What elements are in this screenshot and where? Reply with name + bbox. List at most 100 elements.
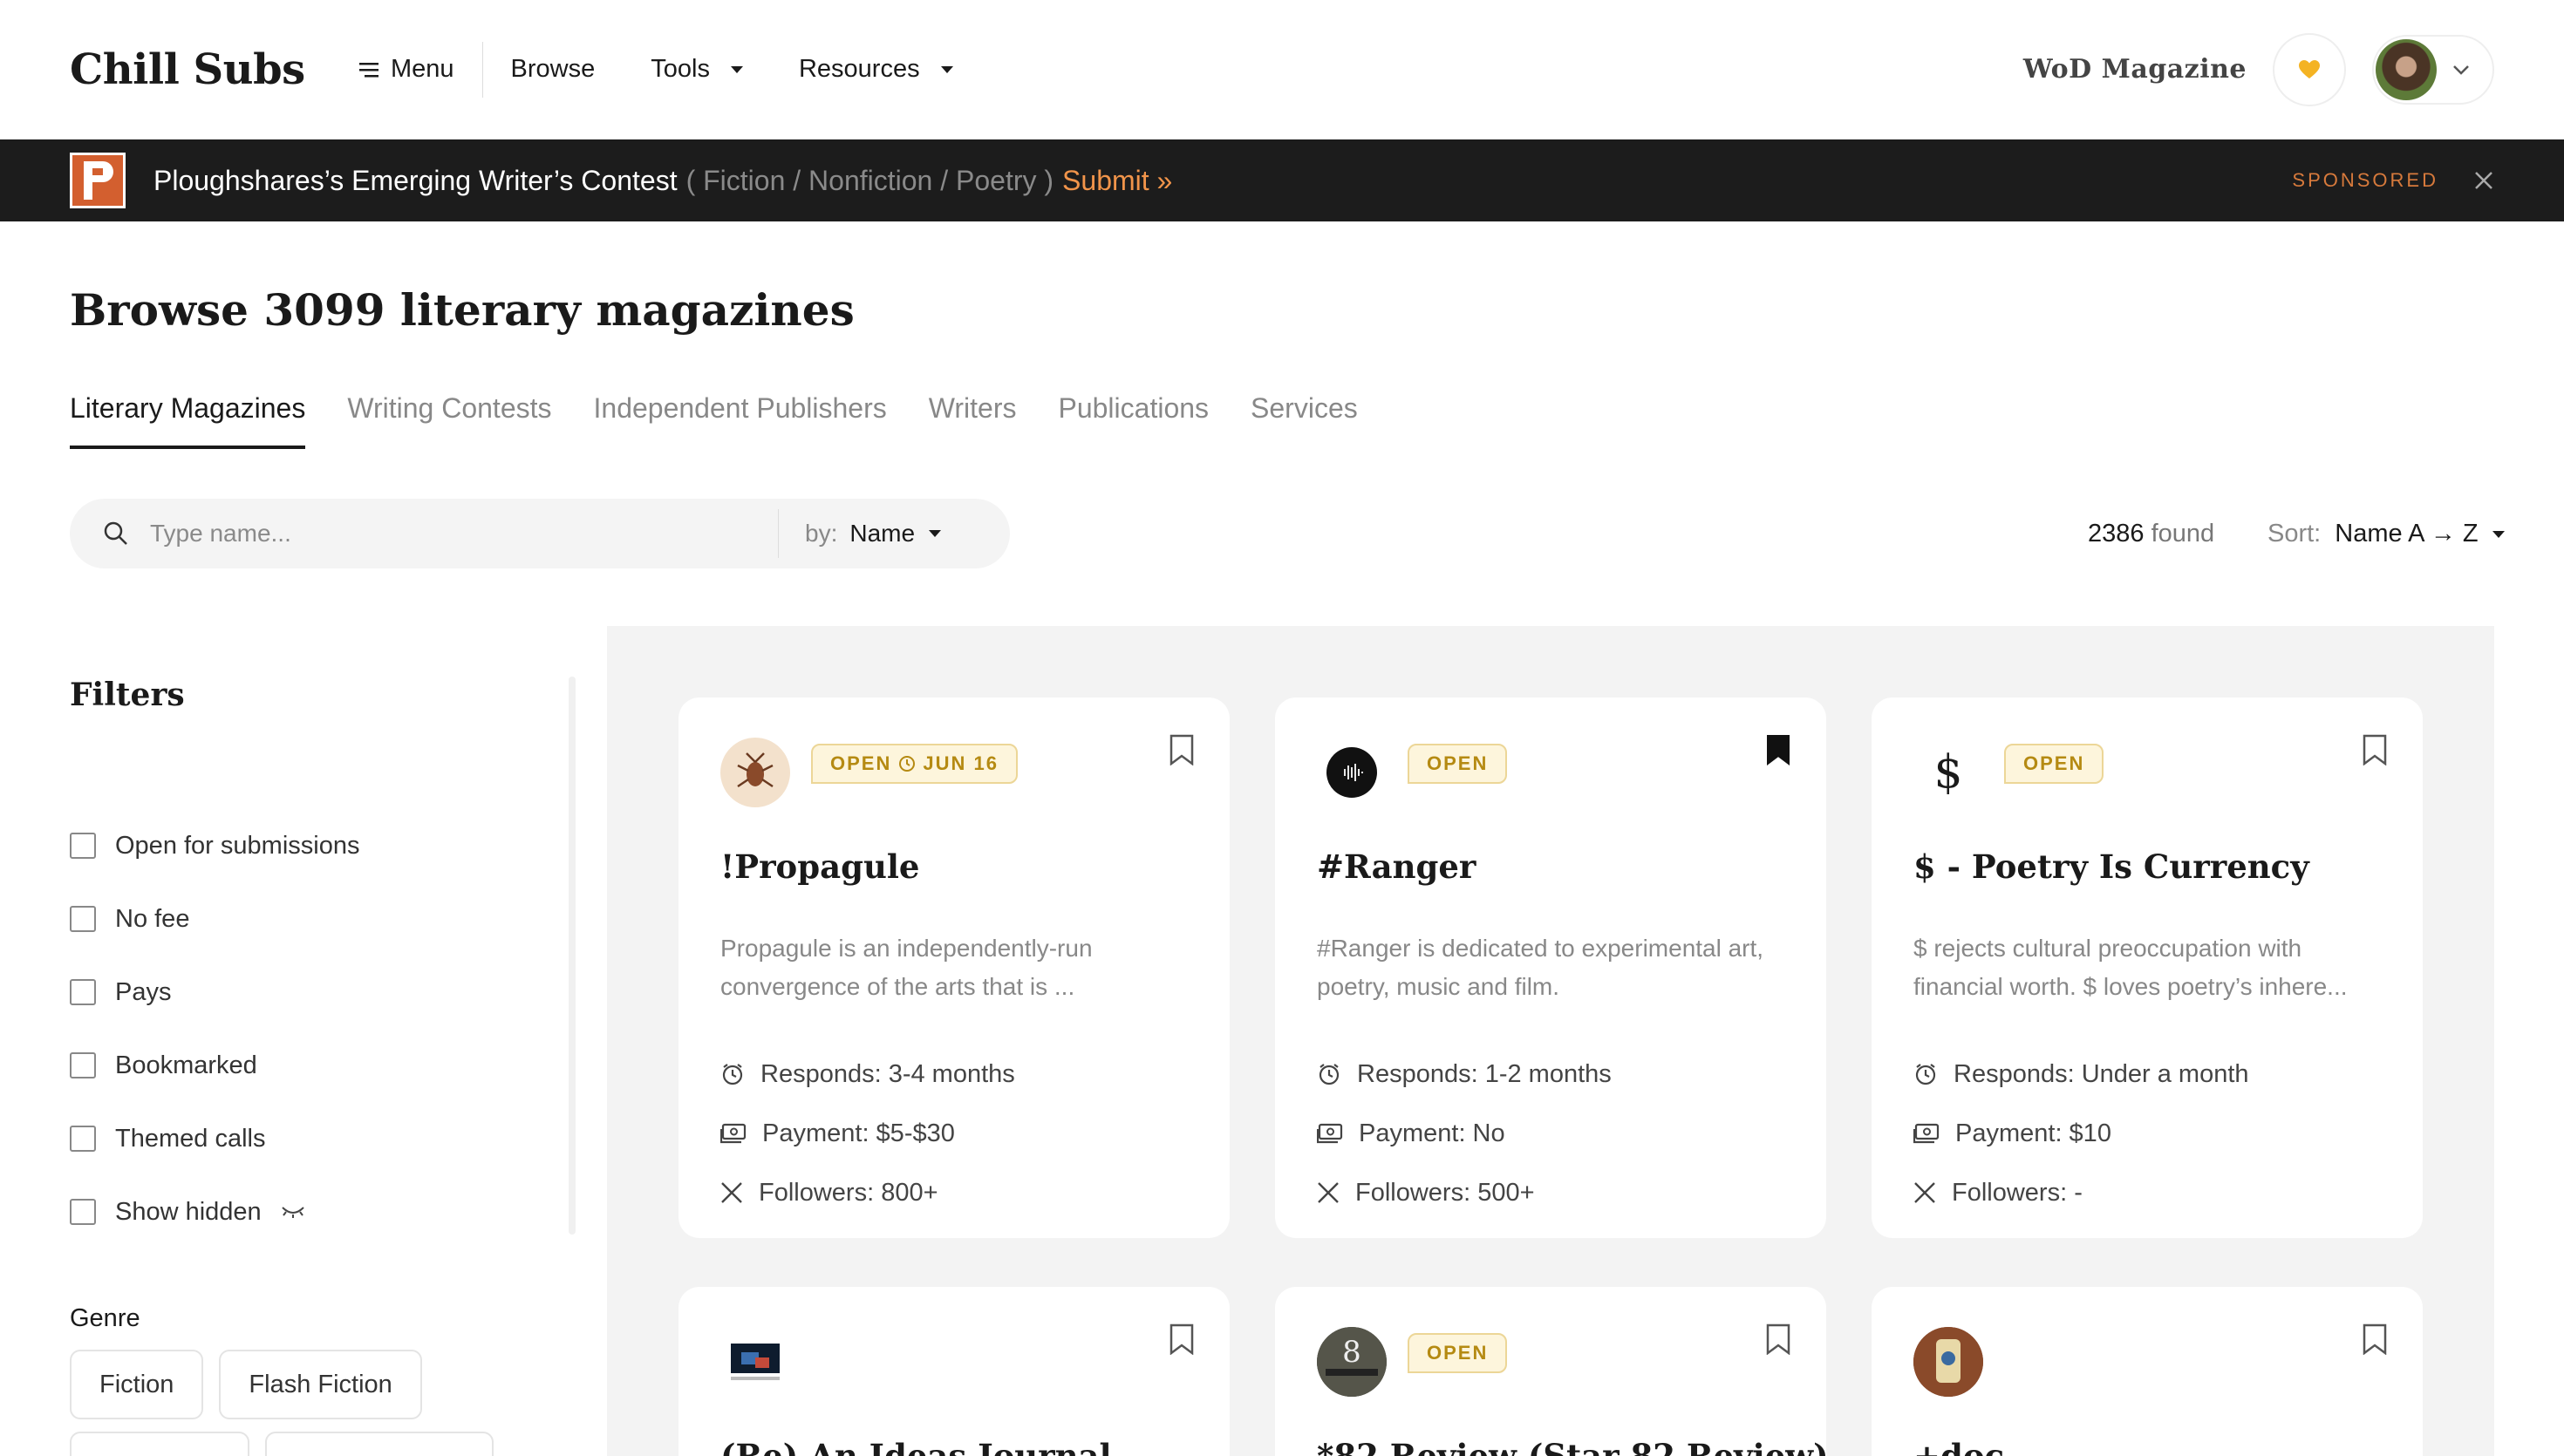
checkbox[interactable] <box>70 833 96 859</box>
sponsor-banner[interactable]: Ploughshares’s Emerging Writer’s Contest… <box>0 139 2564 221</box>
user-menu-button[interactable] <box>2372 34 2494 105</box>
sponsor-title: Ploughshares’s Emerging Writer’s Contest <box>153 164 678 196</box>
timer-icon <box>722 1064 743 1085</box>
followers-count: Followers: - <box>1952 1178 2083 1207</box>
nav-menu-label: Menu <box>391 55 454 83</box>
filter-label: Open for submissions <box>115 831 360 860</box>
genre-chip[interactable] <box>70 1432 249 1456</box>
nav-browse-label: Browse <box>510 55 596 83</box>
results-count: 2386 found <box>2088 520 2214 548</box>
nav-tools[interactable]: Tools <box>623 42 771 98</box>
magazine-thumbnail <box>720 738 790 807</box>
magazine-name[interactable]: $ - Poetry Is Currency <box>1913 847 2309 886</box>
checkbox[interactable] <box>70 1126 96 1152</box>
bookmark-icon[interactable] <box>1169 1323 1195 1355</box>
timer-icon <box>1915 1064 1936 1085</box>
filter-pays[interactable]: Pays <box>70 956 359 1029</box>
filter-label: Bookmarked <box>115 1051 257 1079</box>
caret-down-icon <box>730 65 743 73</box>
header-right: WoD Magazine <box>2023 32 2494 106</box>
genre-chips: Fiction Flash Fiction <box>70 1350 422 1419</box>
nav-resources[interactable]: Resources <box>771 42 981 98</box>
filter-label: No fee <box>115 904 190 933</box>
magazine-name[interactable]: !Propagule <box>720 847 919 886</box>
magazine-card[interactable]: OPEN #Ranger #Ranger is dedicated to exp… <box>1275 697 1826 1238</box>
magazine-card[interactable]: 8 OPEN *82 Review (Star 82 Review) <box>1275 1287 1829 1456</box>
checkbox[interactable] <box>70 979 96 1005</box>
tab-services[interactable]: Services <box>1251 392 1358 449</box>
filter-no-fee[interactable]: No fee <box>70 882 359 956</box>
sort-value: Name A → Z <box>2335 520 2479 548</box>
sidebar-scrollbar[interactable] <box>569 677 576 1235</box>
found-label: found <box>2151 520 2215 548</box>
filter-label: Pays <box>115 977 172 1006</box>
bookmark-icon[interactable] <box>1765 1323 1791 1355</box>
magazine-name[interactable]: +doc <box>1913 1437 2004 1456</box>
filter-label: Show hidden <box>115 1197 262 1226</box>
magazine-thumbnail <box>1317 738 1387 807</box>
tab-writing-contests[interactable]: Writing Contests <box>347 392 551 449</box>
nav-resources-label: Resources <box>798 55 920 83</box>
caret-down-icon <box>929 530 942 537</box>
sort-dropdown[interactable]: Sort: Name A → Z <box>2267 520 2505 548</box>
search-by-value: Name <box>849 520 916 547</box>
nav-tools-label: Tools <box>651 55 710 83</box>
sponsor-genres: ( Fiction / Nonfiction / Poetry ) <box>685 164 1054 196</box>
close-icon[interactable] <box>2473 170 2494 191</box>
tab-publications[interactable]: Publications <box>1058 392 1209 449</box>
magazine-card[interactable]: (Re) An Ideas Journal <box>679 1287 1230 1456</box>
search-icon <box>104 521 127 545</box>
page-title: Browse 3099 literary magazines <box>70 284 855 336</box>
payment-info: Payment: $5-$30 <box>762 1119 955 1147</box>
ploughshares-logo <box>70 153 126 208</box>
nav-browse[interactable]: Browse <box>483 42 624 98</box>
magazine-stats: Responds: Under a month Payment: $10 Fol… <box>1913 1044 2249 1222</box>
checkbox[interactable] <box>70 1199 96 1225</box>
bookmark-icon[interactable] <box>1169 734 1195 765</box>
sort-label: Sort: <box>2267 520 2322 548</box>
bookmark-icon[interactable] <box>2362 734 2388 765</box>
filter-themed-calls[interactable]: Themed calls <box>70 1102 359 1175</box>
checkbox[interactable] <box>70 906 96 932</box>
filter-bookmarked[interactable]: Bookmarked <box>70 1029 359 1102</box>
followers-count: Followers: 500+ <box>1355 1178 1535 1207</box>
open-badge: OPEN <box>1408 744 1508 784</box>
sponsor-submit-link[interactable]: Submit » <box>1062 165 1172 197</box>
filter-show-hidden[interactable]: Show hidden <box>70 1175 359 1248</box>
checkbox[interactable] <box>70 1052 96 1078</box>
genre-chip[interactable] <box>265 1432 494 1456</box>
magazine-card[interactable]: OPEN JUN 16 !Propagule Propagule is an i… <box>679 697 1230 1238</box>
responds-time: Responds: 1-2 months <box>1357 1059 1612 1088</box>
money-icon <box>720 1123 747 1144</box>
tab-independent-publishers[interactable]: Independent Publishers <box>594 392 887 449</box>
magazine-description: $ rejects cultural preoccupation with fi… <box>1913 935 2348 1000</box>
magazine-card[interactable]: $ OPEN $ - Poetry Is Currency $ rejects … <box>1872 697 2423 1238</box>
avatar <box>2376 38 2437 100</box>
search-input[interactable] <box>150 520 778 548</box>
genre-chip-fiction[interactable]: Fiction <box>70 1350 204 1419</box>
caret-down-icon <box>2492 530 2505 538</box>
open-badge: OPEN <box>2004 744 2104 784</box>
chevron-down-icon <box>2453 65 2469 75</box>
svg-text:8: 8 <box>1342 1335 1361 1370</box>
genre-chip-flash-fiction[interactable]: Flash Fiction <box>219 1350 422 1419</box>
tab-literary-magazines[interactable]: Literary Magazines <box>70 392 306 449</box>
open-badge: OPEN <box>1408 1333 1508 1373</box>
site-logo[interactable]: Chill Subs <box>70 45 331 94</box>
responds-time: Responds: Under a month <box>1954 1059 2249 1088</box>
search-by-dropdown[interactable]: by: Name <box>779 520 942 548</box>
publication-switcher[interactable]: WoD Magazine <box>2023 54 2247 85</box>
search-by-label: by: <box>805 520 838 547</box>
badge-date: JUN 16 <box>923 752 999 774</box>
magazine-thumbnail <box>1913 1327 1983 1397</box>
magazine-name[interactable]: (Re) An Ideas Journal <box>720 1437 1112 1456</box>
bookmark-icon[interactable] <box>2362 1323 2388 1355</box>
magazine-name[interactable]: *82 Review (Star 82 Review) <box>1317 1437 1829 1456</box>
magazine-name[interactable]: #Ranger <box>1317 847 1476 886</box>
magazine-card[interactable]: +doc <box>1872 1287 2423 1456</box>
nav-menu[interactable]: Menu <box>331 42 482 98</box>
favorites-button[interactable] <box>2273 32 2346 106</box>
bookmark-filled-icon[interactable] <box>1765 734 1791 765</box>
filter-open-for-submissions[interactable]: Open for submissions <box>70 809 359 882</box>
tab-writers[interactable]: Writers <box>929 392 1017 449</box>
